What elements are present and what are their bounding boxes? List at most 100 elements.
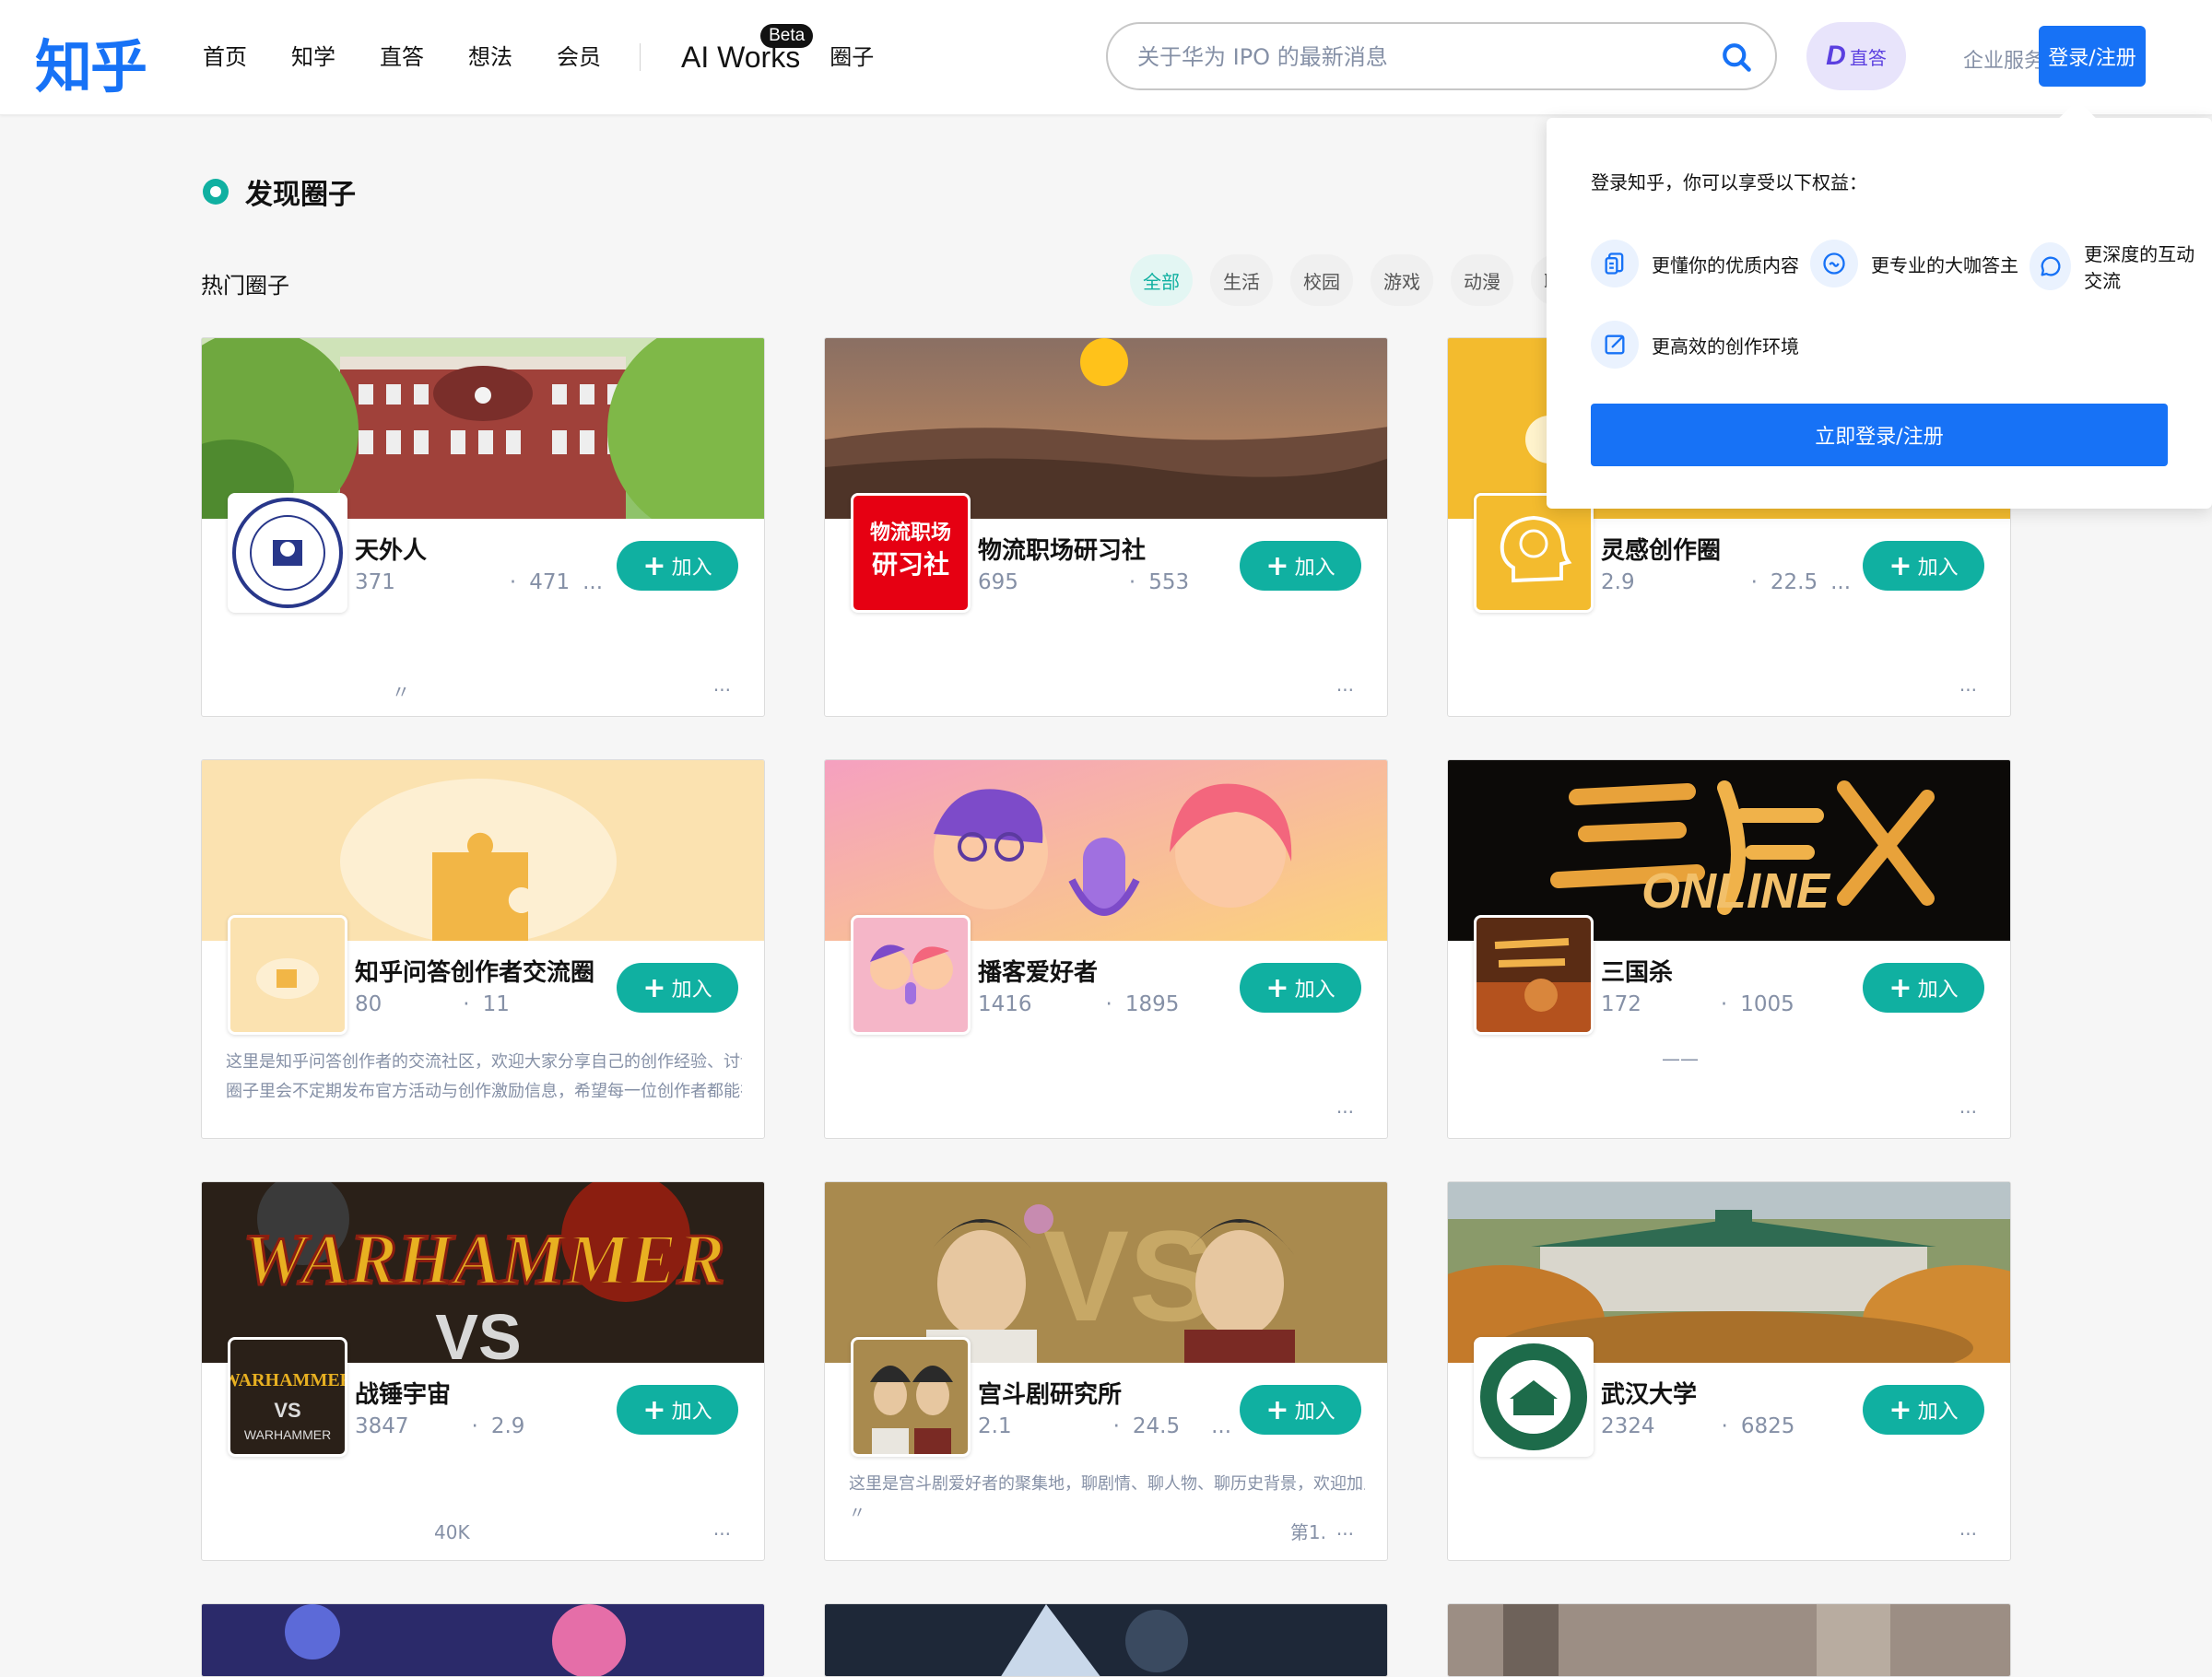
card-cover-street [1448,1604,2010,1676]
card-more: ... [1959,674,1977,696]
filter-campus[interactable]: 校园 [1290,254,1353,306]
nav-vip[interactable]: 会员 [557,37,601,77]
card-avatar: WARHAMMER VS WARHAMMER [228,1337,347,1457]
card-more: ... [1959,1096,1977,1118]
svg-text:WARHAMMER: WARHAMMER [242,1219,724,1299]
plus-icon: + [1888,549,1912,582]
filter-all[interactable]: 全部 [1130,254,1193,306]
card-more: ... [1959,1518,1977,1540]
search-box [1106,22,1777,90]
member-count: 1416 [978,992,1032,1016]
svg-text:ONLINE: ONLINE [1641,863,1831,919]
nav-home[interactable]: 首页 [203,37,247,77]
post-count: 22.5 [1770,570,1818,594]
card-cover-dark [825,1604,1387,1676]
main-nav: 首页 知学 直答 想法 会员 AI Works Beta 圈子 [203,24,918,77]
nav-ai-works[interactable]: AI Works Beta [681,24,814,77]
circle-card[interactable] [1447,1603,2011,1677]
login-benefits-popover: 登录知乎，你可以享受以下权益： 更懂你的优质内容 更专业的大咖答主 更深度的互动… [1547,118,2212,509]
card-more: ... [1335,1096,1354,1118]
card-more: ... [712,1518,731,1540]
card-avatar: 物流职场 研习社 [851,493,971,613]
circle-card[interactable]: 知乎问答创作者交流圈 80 · 11 + 加入 这里是知乎问答创作者的交流社区，欢迎… [201,759,765,1139]
benefit-label: 更专业的大咖答主 [1871,253,2018,276]
card-more: ... [712,674,731,696]
edit-icon [1591,321,1639,369]
post-count: 1005 [1740,992,1794,1016]
join-button[interactable]: + 加入 [617,1385,738,1435]
member-count: 2324 [1601,1414,1655,1438]
circle-card[interactable]: 播客爱好者 1416 · 1895 + 加入 ... [824,759,1388,1139]
plus-icon: + [1888,971,1912,1004]
zhida-button[interactable]: D 直答 [1806,22,1906,90]
card-avatar [851,1337,971,1457]
zhida-label: 直答 [1849,46,1887,69]
card-title: 天外人 [355,537,428,565]
svg-text:VS: VS [435,1301,521,1363]
card-avatar [1474,915,1594,1035]
plus-icon: + [642,1393,666,1426]
search-input[interactable] [1135,37,1655,77]
card-stats: 371 · 471 ... [355,570,604,594]
popover-title: 登录知乎，你可以享受以下权益： [1591,171,1867,194]
search-icon[interactable] [1720,41,1753,74]
section-label: 热门圈子 [201,273,289,299]
card-cover-podcast [825,760,1387,941]
join-button[interactable]: + 加入 [1240,541,1361,591]
card-title: 灵感创作圈 [1601,537,1722,565]
plus-icon: + [642,549,666,582]
card-stats: 3847 · 2.9 [355,1414,525,1438]
category-filters: 全部 生活 校园 游戏 动漫 职场 [1130,254,1611,306]
filter-life[interactable]: 生活 [1210,254,1273,306]
business-link[interactable]: 企业服务 [1963,44,2044,74]
member-count: 80 [355,992,382,1016]
join-button[interactable]: + 加入 [1240,963,1361,1013]
circle-card[interactable] [201,1603,765,1677]
circle-card[interactable]: ONLINE 三国杀 172 · 1005 + 加入 —— ... [1447,759,2011,1139]
card-stats: 2.1 · 24.5 ... [978,1414,1232,1438]
card-cover-campus [202,338,764,519]
benefit-label: 更高效的创作环境 [1652,334,1799,358]
circle-card[interactable] [824,1603,1388,1677]
filter-game[interactable]: 游戏 [1371,254,1433,306]
join-button[interactable]: + 加入 [617,963,738,1013]
circle-card[interactable]: VS 宫斗剧研究所 2.1 · 24.5 ... + 加入 这里是宫斗剧爱好者的聚集… [824,1181,1388,1561]
zhihu-logo[interactable]: 知乎 [35,20,147,103]
card-title: 武汉大学 [1601,1381,1698,1409]
nav-thoughts[interactable]: 想法 [468,37,512,77]
page-title-text: 发现圈子 [245,179,356,211]
post-count: 11 [482,992,510,1016]
plus-icon: + [1888,1393,1912,1426]
card-title: 战锤宇宙 [355,1381,452,1409]
login-now-button[interactable]: 立即登录/注册 [1591,404,2168,466]
join-button[interactable]: + 加入 [1863,963,1984,1013]
join-button[interactable]: + 加入 [1240,1385,1361,1435]
post-count: 2.9 [490,1414,525,1438]
join-button[interactable]: + 加入 [1863,541,1984,591]
nav-direct-answer[interactable]: 直答 [380,37,424,77]
circle-card[interactable]: 天外人 371 · 471 ... + 加入 〃 ... [201,337,765,717]
circle-card[interactable]: 武汉大学 2324 · 6825 + 加入 ... [1447,1181,2011,1561]
login-register-button[interactable]: 登录/注册 [2039,26,2146,87]
nav-circles[interactable]: 圈子 [830,37,874,77]
card-avatar [1474,1337,1594,1457]
card-title: 三国杀 [1601,959,1674,987]
filter-anime[interactable]: 动漫 [1451,254,1513,306]
nav-divider [640,43,641,71]
nav-learn[interactable]: 知学 [291,37,335,77]
circle-card[interactable]: WARHAMMER VS WARHAMMERVSWARHAMMER 战锤宇宙 3… [201,1181,765,1561]
document-icon [1591,240,1639,287]
svg-text:WARHAMMER: WARHAMMER [230,1370,345,1390]
member-count: 371 [355,570,395,594]
join-button[interactable]: + 加入 [617,541,738,591]
circle-icon [203,179,229,205]
svg-text:VS: VS [274,1399,300,1422]
benefit-content: 更懂你的优质内容 [1591,240,1799,287]
circle-card[interactable]: 物流职场 研习社 物流职场研习社 695 · 553 + 加入 ... [824,337,1388,717]
card-cover-desert [825,338,1387,519]
card-cover-palace-drama: VS [825,1182,1387,1363]
join-button[interactable]: + 加入 [1863,1385,1984,1435]
member-count: 695 [978,570,1018,594]
card-cover-sanguosha: ONLINE [1448,760,2010,941]
card-stats: 172 · 1005 [1601,992,1794,1016]
